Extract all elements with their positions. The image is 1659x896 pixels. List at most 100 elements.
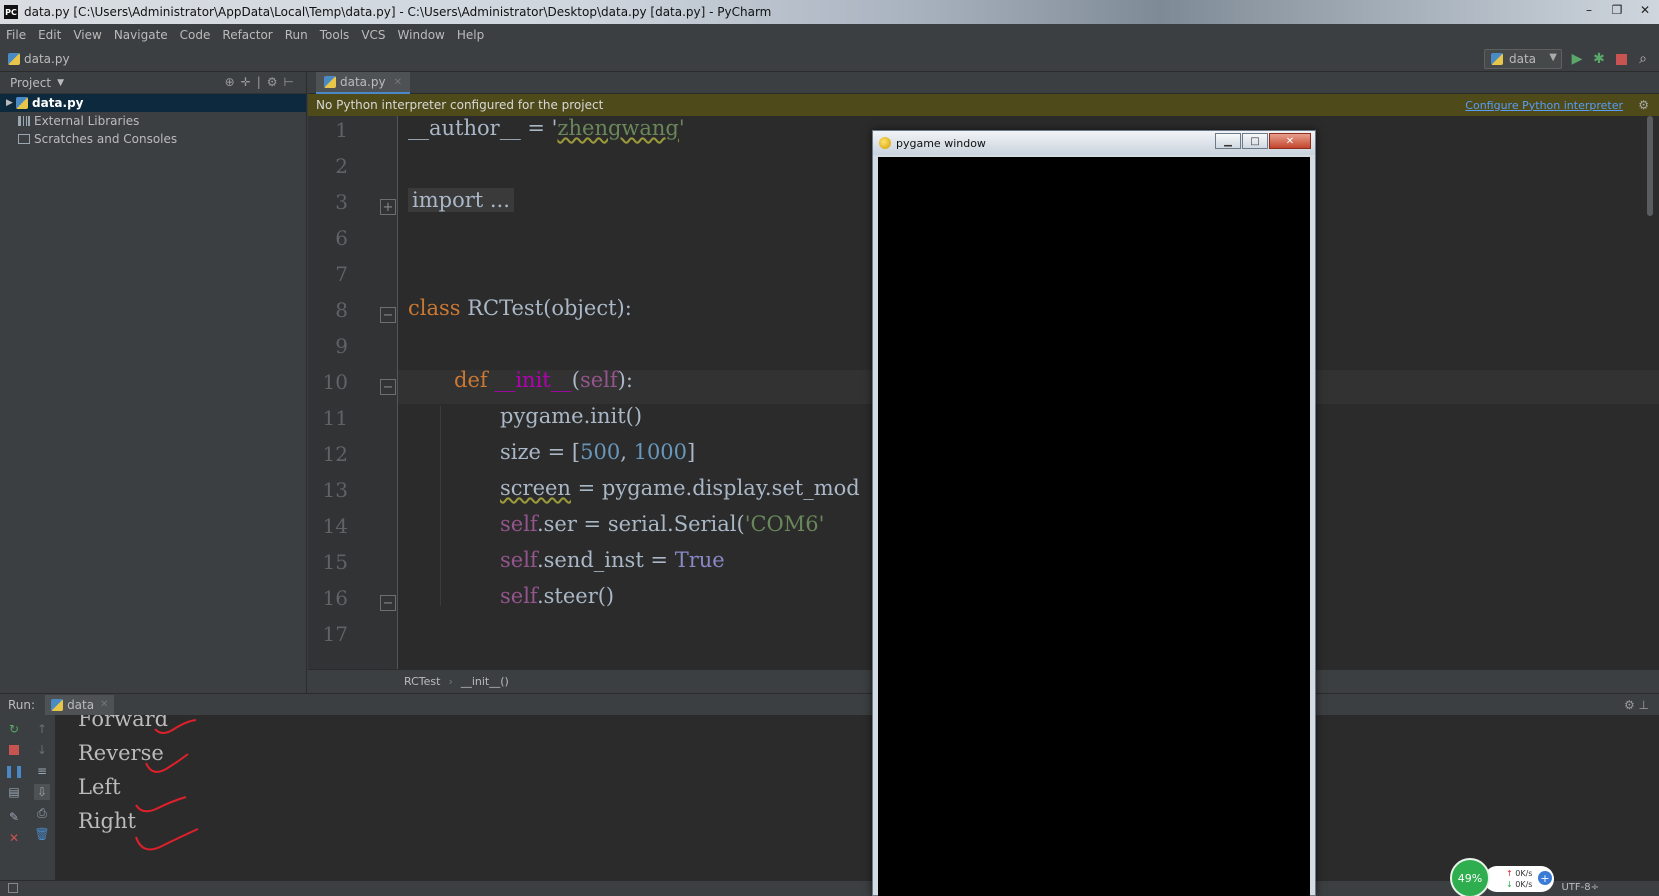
expand-arrow-icon[interactable]: ▶ — [6, 98, 16, 108]
pin-icon[interactable]: ✎ — [6, 809, 22, 825]
scroll-to-end-icon[interactable]: ⇩ — [34, 784, 50, 800]
pygame-window[interactable]: pygame window ▁ □ ✕ — [872, 130, 1316, 896]
line-number: 13 — [322, 478, 348, 502]
close-button[interactable]: ✕ — [1631, 0, 1659, 20]
network-speed-widget[interactable]: ↑ 0K/s ↓ 0K/s 49% + — [1450, 858, 1560, 896]
line-number: 1 — [335, 118, 348, 142]
window-title-bar: PC data.py [C:\Users\Administrator\AppDa… — [0, 0, 1659, 24]
run-toolbar-primary: ↻ ❚❚ ▤ ✎ ✕ — [0, 715, 28, 880]
tab-data-py[interactable]: data.py ✕ — [316, 72, 410, 94]
tree-item-label: data.py — [32, 96, 84, 110]
accelerate-plus-icon[interactable]: + — [1538, 871, 1552, 885]
pygame-title: pygame window — [896, 136, 986, 150]
menu-edit[interactable]: Edit — [38, 28, 61, 42]
code-token: self — [579, 368, 618, 392]
menu-file[interactable]: File — [6, 28, 26, 42]
tree-item-data-py[interactable]: ▶ data.py — [0, 94, 306, 112]
editor-scrollbar[interactable] — [1647, 116, 1653, 216]
menu-help[interactable]: Help — [457, 28, 484, 42]
line-number: 3 — [335, 190, 348, 214]
python-file-icon — [1491, 53, 1503, 65]
project-panel-header[interactable]: Project ▼ ⊕✛|⚙⊢ — [0, 72, 306, 94]
stop-icon[interactable] — [1612, 50, 1630, 68]
maximize-button[interactable]: ❐ — [1603, 0, 1631, 20]
breadcrumb-item-class[interactable]: RCTest — [404, 675, 440, 688]
pygame-maximize-button[interactable]: □ — [1242, 133, 1268, 149]
fold-collapse-icon[interactable]: − — [380, 379, 396, 395]
fold-collapse-icon[interactable]: − — [380, 307, 396, 323]
menu-run[interactable]: Run — [285, 28, 308, 42]
pause-icon[interactable]: ❚❚ — [4, 763, 24, 779]
tree-item-scratches[interactable]: Scratches and Consoles — [0, 130, 306, 148]
gear-icon[interactable]: ⚙ — [1638, 98, 1649, 112]
red-checkmark-annotation — [135, 796, 187, 813]
line-number: 2 — [335, 154, 348, 178]
close-icon[interactable]: ✕ — [6, 830, 22, 846]
code-token: 'COM6' — [744, 512, 825, 536]
arrow-down-icon[interactable]: ↓ — [34, 742, 50, 758]
chevron-down-icon: ▼ — [57, 77, 64, 88]
pygame-minimize-button[interactable]: ▁ — [1215, 133, 1241, 149]
debug-icon[interactable]: ✱ — [1590, 50, 1608, 68]
menu-bar: File Edit View Navigate Code Refactor Ru… — [0, 24, 1659, 46]
menu-view[interactable]: View — [73, 28, 101, 42]
stop-icon[interactable] — [6, 742, 22, 758]
run-panel-header: Run: data ✕ ⚙ ⊥ — [0, 693, 1659, 715]
nav-file-crumb[interactable]: data.py — [8, 52, 70, 66]
run-tab-data[interactable]: data ✕ — [45, 694, 115, 715]
project-label: Project — [10, 75, 52, 90]
code-line-3-folded[interactable]: import ... — [408, 188, 514, 212]
code-line-1: __author__ = 'zhengwang' — [408, 116, 685, 140]
close-tab-icon[interactable]: ✕ — [394, 77, 402, 88]
code-line-15: self.send_inst = True — [500, 548, 725, 572]
trash-icon[interactable]: 🗑 — [34, 826, 50, 842]
configure-interpreter-link[interactable]: Configure Python interpreter — [1465, 99, 1623, 112]
code-line-11: pygame.init() — [500, 404, 642, 428]
menu-tools[interactable]: Tools — [320, 28, 350, 42]
minimize-button[interactable]: – — [1575, 0, 1603, 20]
line-number: 16 — [322, 586, 348, 610]
code-token: self — [500, 584, 537, 608]
line-number: 15 — [322, 550, 348, 574]
rerun-icon[interactable]: ↻ — [6, 721, 22, 737]
soft-wrap-icon[interactable]: ≡ — [34, 763, 50, 779]
run-config-select[interactable]: data ▼ — [1484, 49, 1562, 69]
fold-end-icon[interactable]: − — [380, 595, 396, 611]
code-token: import ... — [412, 188, 510, 212]
tree-item-label: External Libraries — [34, 114, 140, 128]
pygame-canvas[interactable] — [878, 157, 1310, 896]
search-icon[interactable]: ⌕ — [1634, 50, 1652, 68]
close-tab-icon[interactable]: ✕ — [100, 699, 108, 710]
line-number: 6 — [335, 226, 348, 250]
encoding-indicator[interactable]: UTF-8÷ — [1561, 882, 1599, 893]
project-panel: Project ▼ ⊕✛|⚙⊢ ▶ data.py External Libra… — [0, 72, 307, 694]
layout-icon[interactable]: ▤ — [6, 784, 22, 800]
menu-code[interactable]: Code — [180, 28, 211, 42]
pygame-title-bar[interactable]: pygame window ▁ □ ✕ — [873, 131, 1315, 155]
window-title: data.py [C:\Users\Administrator\AppData\… — [24, 5, 772, 19]
interpreter-warning-banner: No Python interpreter configured for the… — [308, 94, 1659, 116]
run-console-output[interactable]: Forward Reverse Left Right — [56, 715, 1659, 880]
tree-item-external-libraries[interactable]: External Libraries — [0, 112, 306, 130]
menu-refactor[interactable]: Refactor — [222, 28, 272, 42]
project-toolbar-icons[interactable]: ⊕✛|⚙⊢ — [225, 75, 300, 89]
menu-vcs[interactable]: VCS — [361, 28, 385, 42]
run-icon[interactable]: ▶ — [1568, 50, 1586, 68]
arrow-up-icon[interactable]: ↑ — [34, 721, 50, 737]
red-checkmark-annotation — [135, 828, 199, 851]
toggle-tool-windows-icon[interactable] — [8, 883, 18, 893]
pygame-close-button[interactable]: ✕ — [1269, 133, 1311, 149]
upload-speed: 0K/s — [1515, 869, 1533, 878]
pygame-icon — [879, 137, 891, 149]
run-config-label: data — [1509, 52, 1537, 66]
gear-icon[interactable]: ⚙ ⊥ — [1624, 698, 1649, 712]
code-line-14: self.ser = serial.Serial('COM6' — [500, 512, 824, 536]
menu-window[interactable]: Window — [398, 28, 445, 42]
python-file-icon — [51, 698, 64, 711]
menu-navigate[interactable]: Navigate — [114, 28, 168, 42]
print-icon[interactable]: ⎙ — [34, 805, 50, 821]
breadcrumb-item-method[interactable]: __init__() — [461, 675, 509, 688]
run-label: Run: — [8, 697, 36, 712]
status-bar: UTF-8÷ — [0, 880, 1659, 896]
fold-expand-icon[interactable]: + — [380, 199, 396, 215]
